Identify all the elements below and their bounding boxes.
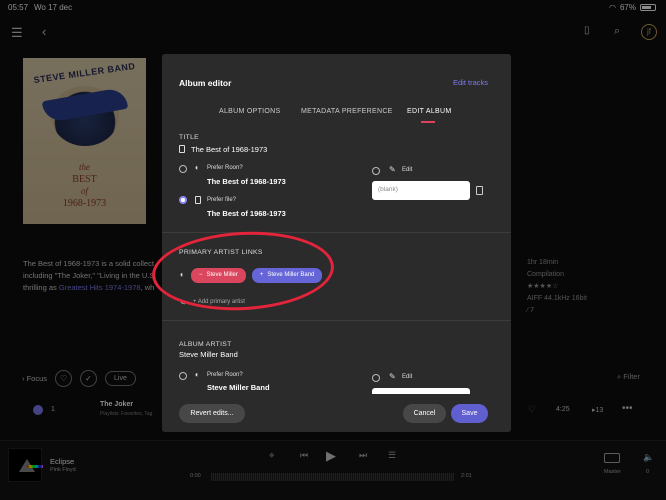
title-edit-input[interactable]: (blank) — [372, 181, 470, 200]
active-tab-indicator — [421, 121, 435, 123]
roon-speaker-icon: ◖ — [194, 163, 199, 172]
edit-title-label: Edit — [402, 167, 413, 173]
file-icon — [195, 196, 201, 204]
album-artist-roon-radio[interactable] — [179, 372, 187, 380]
prefer-roon-label: Prefer Roon? — [207, 165, 243, 171]
pencil-icon: ✎ — [389, 165, 396, 174]
file-title-value: The Best of 1968-1973 — [207, 209, 286, 218]
album-artist-prefer-roon: Prefer Roon? — [207, 372, 243, 378]
roon-title-value: The Best of 1968-1973 — [207, 177, 286, 186]
section-divider — [162, 320, 511, 321]
edit-title-radio[interactable] — [372, 167, 380, 175]
album-artist-label: ALBUM ARTIST — [179, 341, 232, 348]
save-button[interactable]: Save — [451, 404, 488, 423]
album-artist-roon-value: Steve Miller Band — [207, 383, 270, 392]
cancel-button[interactable]: Cancel — [403, 404, 446, 423]
album-artist-edit-radio[interactable] — [372, 374, 380, 382]
title-current: The Best of 1968-1973 — [191, 145, 268, 154]
tab-album-options[interactable]: ALBUM OPTIONS — [219, 108, 280, 115]
album-artist-speaker-icon: ◖ — [194, 370, 199, 379]
title-section-label: TITLE — [179, 134, 200, 141]
prefer-file-radio[interactable] — [179, 196, 187, 204]
modal-footer: Revert edits... Cancel Save — [162, 394, 511, 432]
revert-edits-button[interactable]: Revert edits... — [179, 404, 245, 423]
section-divider — [162, 232, 511, 233]
album-artist-pencil-icon: ✎ — [389, 372, 396, 381]
edit-tracks-link[interactable]: Edit tracks — [453, 78, 488, 87]
modal-tabs: ALBUM OPTIONS METADATA PREFERENCE EDIT A… — [162, 108, 511, 124]
prefer-file-label: Prefer file? — [207, 197, 237, 203]
modal-title: Album editor — [179, 78, 232, 88]
copy-icon[interactable] — [476, 186, 483, 195]
album-artist-edit-label: Edit — [402, 374, 413, 380]
prefer-roon-radio[interactable] — [179, 165, 187, 173]
tab-metadata-preference[interactable]: METADATA PREFERENCE — [301, 108, 393, 115]
tab-edit-album[interactable]: EDIT ALBUM — [407, 108, 452, 115]
album-artist-current: Steve Miller Band — [179, 350, 238, 359]
document-icon — [179, 145, 185, 153]
